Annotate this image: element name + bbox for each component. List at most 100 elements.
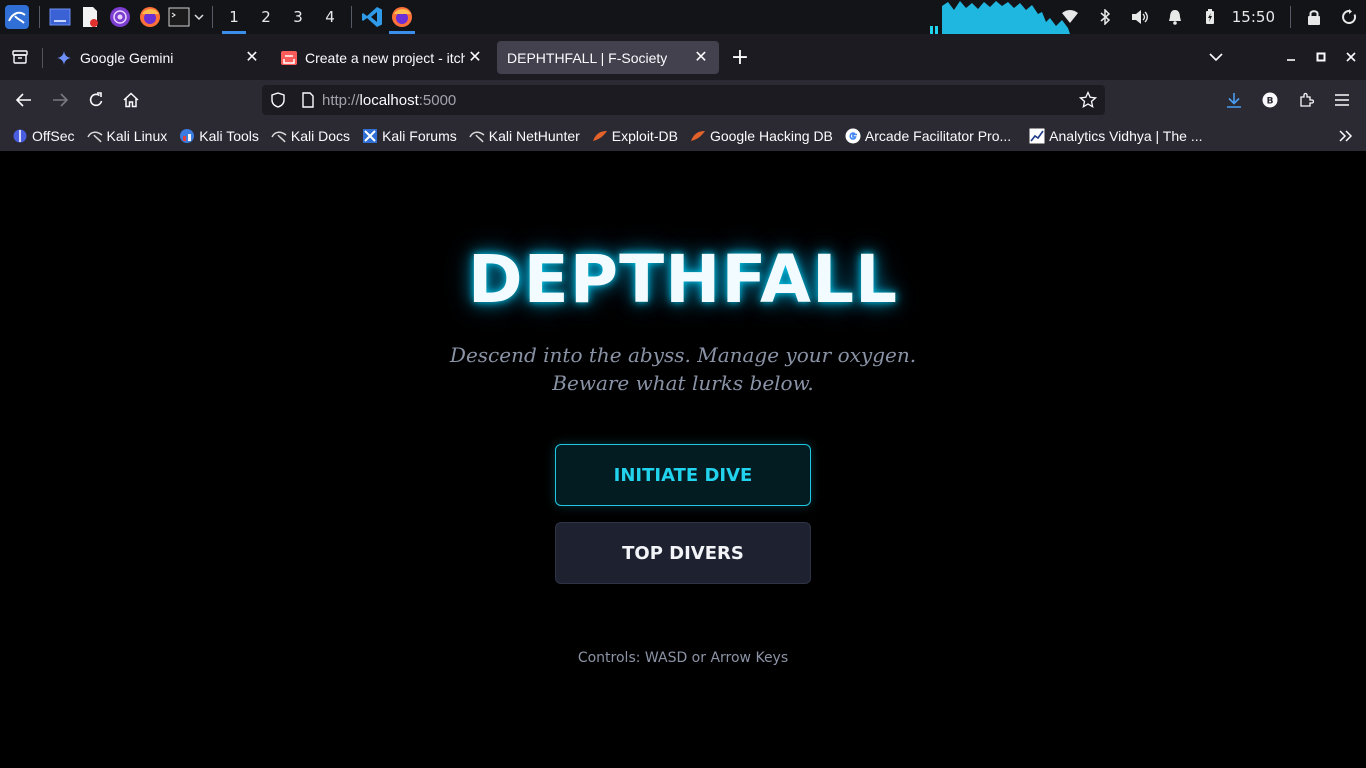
bookmark-label: Analytics Vidhya | The ... — [1049, 127, 1203, 144]
firefox-view-icon[interactable] — [6, 43, 34, 71]
new-tab-icon[interactable]: + — [729, 45, 751, 70]
exploitdb-icon — [592, 128, 608, 144]
page-info-icon[interactable] — [294, 92, 322, 108]
workspace-2[interactable]: 2 — [250, 0, 282, 34]
list-all-tabs-icon[interactable] — [1205, 46, 1227, 68]
bookmark-kali-linux[interactable]: Kali Linux — [86, 127, 168, 144]
bookmark-label: Kali Linux — [106, 127, 168, 144]
url-text[interactable]: http://localhost:5000 — [322, 92, 456, 109]
bookmark-arcade-facilitator[interactable]: Arcade Facilitator Pro... — [845, 128, 1011, 144]
bookmark-label: Kali Forums — [382, 127, 457, 144]
top-divers-button[interactable]: TOP DIVERS — [555, 522, 811, 584]
workspace-3[interactable]: 3 — [282, 0, 314, 34]
account-icon[interactable]: B — [1256, 86, 1284, 114]
bookmark-label: Google Hacking DB — [709, 127, 833, 144]
initiate-dive-button[interactable]: INITIATE DIVE — [555, 444, 811, 506]
game-title: DEPTHFALL — [467, 241, 899, 318]
lock-icon[interactable] — [1296, 0, 1331, 34]
firefox-icon[interactable] — [135, 0, 165, 34]
taskbar-separator — [212, 6, 213, 28]
close-icon[interactable]: ✕ — [465, 47, 485, 67]
tab-title: DEPHTHFALL | F-Society — [507, 49, 668, 66]
desktop-icon[interactable] — [45, 0, 75, 34]
workspace-1[interactable]: 1 — [218, 0, 250, 34]
reload-icon[interactable] — [82, 86, 110, 114]
tab-strip: Google Gemini ✕ Create a new project - i… — [0, 34, 1366, 80]
maximize-icon[interactable] — [1310, 46, 1332, 68]
svg-text:B: B — [1267, 97, 1274, 107]
menu-icon[interactable] — [1328, 86, 1356, 114]
close-window-icon[interactable] — [1340, 46, 1362, 68]
tab-title: Create a new project - itch — [305, 49, 469, 66]
page-viewport: DEPTHFALL Descend into the abyss. Manage… — [0, 151, 1366, 768]
google-icon — [845, 128, 861, 144]
kali-icon — [271, 128, 287, 144]
bookmark-label: Kali Tools — [199, 127, 259, 144]
kali-menu-icon[interactable] — [0, 0, 34, 34]
vscode-icon[interactable] — [357, 0, 387, 34]
tab-create-project[interactable]: Create a new project - itch ✕ — [271, 41, 493, 74]
back-icon[interactable] — [10, 86, 38, 114]
clock[interactable]: 15:50 — [1228, 8, 1285, 26]
os-taskbar: 1 2 3 4 15:50 — [0, 0, 1366, 34]
kali-icon — [469, 128, 485, 144]
bookmark-kali-docs[interactable]: Kali Docs — [271, 128, 350, 144]
url-bar[interactable]: http://localhost:5000 — [262, 85, 1105, 115]
tab-separator — [42, 48, 43, 68]
bookmarks-toolbar: OffSec Kali Linux Kali Tools Kali Docs K… — [0, 120, 1366, 151]
exploitdb-icon — [690, 128, 706, 144]
tab-google-gemini[interactable]: Google Gemini ✕ — [46, 41, 270, 74]
itch-icon — [281, 50, 297, 66]
bookmark-kali-forums[interactable]: Kali Forums — [362, 128, 457, 144]
cpu-graph-icon — [930, 1, 1070, 34]
firefox-active-icon[interactable] — [387, 0, 417, 34]
more-bookmarks-icon[interactable] — [1336, 126, 1356, 146]
power-icon[interactable] — [1331, 0, 1366, 34]
bookmark-offsec[interactable]: OffSec — [12, 128, 75, 144]
game-tagline: Descend into the abyss. Manage your oxyg… — [449, 343, 917, 395]
battery-icon[interactable] — [1193, 0, 1228, 34]
kali-tools-icon — [179, 128, 195, 144]
bookmark-kali-nethunter[interactable]: Kali NetHunter — [469, 128, 580, 144]
offsec-icon — [12, 128, 28, 144]
taskbar-separator — [1290, 6, 1291, 28]
bookmark-label: Kali Docs — [290, 127, 351, 144]
notifications-icon[interactable] — [1158, 0, 1193, 34]
bookmark-google-hacking-db[interactable]: Google Hacking DB — [690, 128, 833, 144]
file-icon[interactable] — [75, 0, 105, 34]
bookmark-label: Kali NetHunter — [488, 127, 580, 144]
analytics-icon — [1029, 128, 1045, 144]
gemini-icon — [56, 50, 72, 66]
close-icon[interactable]: ✕ — [242, 47, 262, 67]
tab-depthfall[interactable]: DEPHTHFALL | F-Society ✕ — [497, 41, 719, 74]
url-protocol: http:// — [322, 91, 360, 109]
kali-icon — [86, 128, 103, 144]
tracking-protection-icon[interactable] — [262, 92, 294, 108]
wifi-icon[interactable] — [1053, 0, 1088, 34]
close-icon[interactable]: ✕ — [691, 47, 711, 67]
minimize-icon[interactable] — [1280, 46, 1302, 68]
bookmark-analytics-vidhya[interactable]: Analytics Vidhya | The ... — [1029, 128, 1202, 144]
bookmark-star-icon[interactable] — [1078, 90, 1098, 113]
bookmark-kali-tools[interactable]: Kali Tools — [179, 128, 259, 144]
taskbar-separator — [351, 6, 352, 28]
kali-forums-icon — [362, 128, 378, 144]
system-tray: 15:50 — [1053, 0, 1366, 34]
bookmark-label: OffSec — [32, 127, 75, 144]
navigation-bar: http://localhost:5000 B — [0, 80, 1366, 120]
bookmark-exploit-db[interactable]: Exploit-DB — [592, 128, 678, 144]
extensions-icon[interactable] — [1292, 86, 1320, 114]
terminal-icon[interactable] — [165, 0, 207, 34]
downloads-icon[interactable] — [1220, 86, 1248, 114]
controls-hint: Controls: WASD or Arrow Keys — [577, 650, 789, 666]
workspace-4[interactable]: 4 — [314, 0, 346, 34]
tab-title: Google Gemini — [80, 49, 174, 66]
bluetooth-icon[interactable] — [1088, 0, 1123, 34]
url-port: :5000 — [418, 91, 457, 109]
home-icon[interactable] — [117, 86, 145, 114]
forward-icon[interactable] — [46, 86, 74, 114]
taskbar-separator — [39, 6, 40, 28]
bookmark-label: Arcade Facilitator Pro... — [864, 127, 1012, 144]
volume-icon[interactable] — [1123, 0, 1158, 34]
tor-browser-icon[interactable] — [105, 0, 135, 34]
